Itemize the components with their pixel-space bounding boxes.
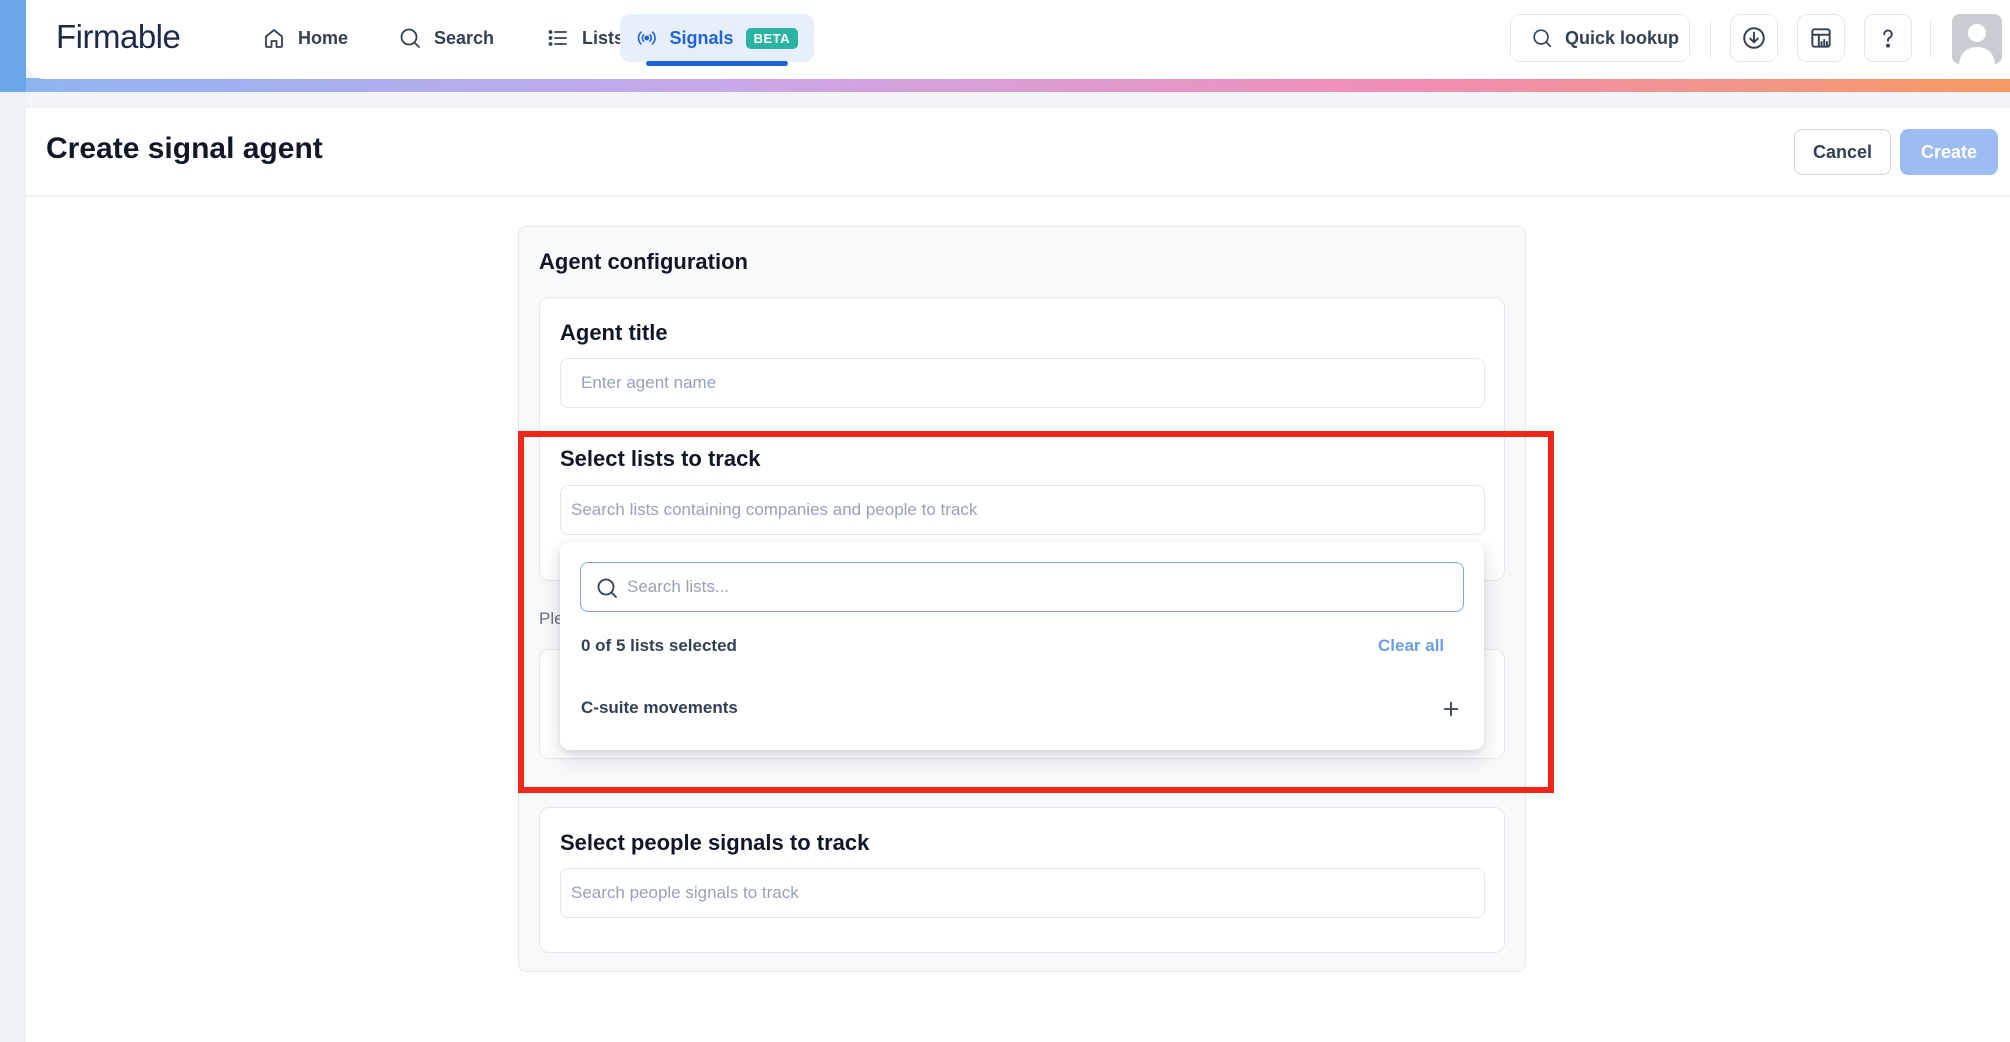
search-icon [597,578,617,598]
table-columns-icon [1811,28,1831,48]
nav-search-label: Search [434,27,495,48]
quick-lookup-label: Quick lookup [1565,27,1680,48]
cancel-button[interactable]: Cancel [1794,129,1891,175]
create-button[interactable]: Create [1900,129,1998,175]
table-settings-button[interactable] [1797,14,1845,62]
nav-signals-label: Signals [669,27,734,48]
question-icon [1883,29,1893,48]
dropdown-search-input[interactable] [627,571,1447,603]
nav-home[interactable]: Home [246,14,364,62]
home-icon [265,29,283,48]
people-signals-input[interactable] [560,868,1485,918]
left-accent-strip [0,0,26,92]
agent-name-input[interactable] [560,358,1485,408]
user-avatar-icon [1952,14,2002,64]
list-item-label: C-suite movements [581,698,738,717]
top-navigation: Firmable Home Search Lists Signals BETA … [26,0,2010,79]
download-button[interactable] [1730,14,1778,62]
page-header: Create signal agent Cancel Create [26,108,2010,196]
help-button[interactable] [1864,14,1912,62]
left-gutter [0,92,26,1042]
selection-count: 0 of 5 lists selected [581,636,737,655]
divider [1930,20,1931,58]
search-icon [400,28,420,48]
lists-dropdown: 0 of 5 lists selected Clear all C-suite … [560,542,1484,750]
nav-signals[interactable]: Signals BETA [620,14,814,66]
active-tab-indicator [646,61,788,66]
agent-title-label: Agent title [560,320,668,345]
download-icon [1743,27,1765,49]
divider [1710,20,1711,58]
people-signals-label: Select people signals to track [560,830,870,855]
lists-label: Select lists to track [560,446,761,471]
dropdown-search-field[interactable] [580,562,1464,612]
avatar[interactable] [1952,14,2002,64]
search-icon [1533,29,1552,48]
plus-icon[interactable] [1440,698,1462,720]
beta-badge: BETA [745,27,798,49]
nav-lists-label: Lists [582,27,625,48]
nav-home-label: Home [298,27,349,48]
clear-all-link[interactable]: Clear all [1378,636,1444,656]
logo[interactable]: Firmable [56,18,181,56]
gradient-bar [26,78,2010,92]
page-title: Create signal agent [46,132,323,165]
section-title: Agent configuration [539,249,748,274]
quick-lookup-button[interactable]: Quick lookup [1510,14,1690,62]
agent-title-card: Agent title Select lists to track [539,297,1505,581]
list-icon [548,30,567,46]
signal-broadcast-icon [637,31,656,45]
people-signals-card: Select people signals to track [539,807,1505,953]
nav-search[interactable]: Search [382,14,510,62]
lists-search-input[interactable] [560,485,1485,535]
logo-text: Firmable [56,18,181,55]
list-item[interactable]: C-suite movements [560,680,1484,736]
